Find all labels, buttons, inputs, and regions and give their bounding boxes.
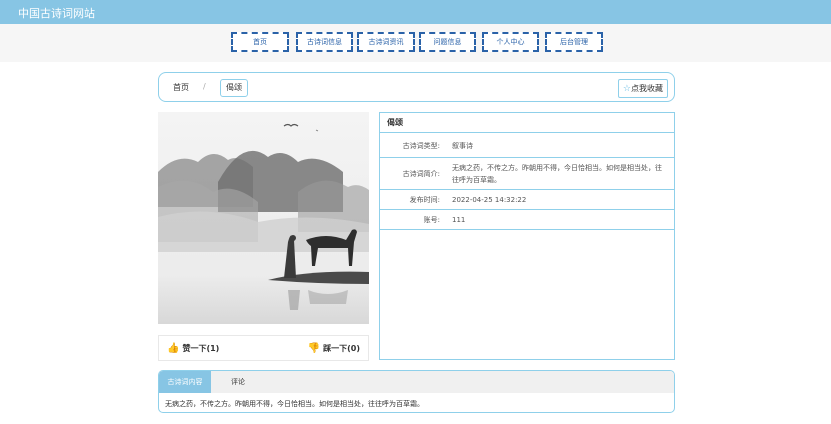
ink-landscape-illustration bbox=[158, 112, 369, 324]
nav-item-poem-info[interactable]: 古诗词信息 bbox=[296, 32, 353, 52]
breadcrumb-separator: / bbox=[203, 82, 206, 91]
star-icon: ☆ bbox=[622, 84, 631, 94]
nav-item-personal-center[interactable]: 个人中心 bbox=[482, 32, 539, 52]
poem-title: 偈颂 bbox=[380, 113, 674, 133]
tabs-header: 古诗词内容 评论 bbox=[159, 371, 674, 393]
row-value: 2022-04-25 14:32:22 bbox=[452, 196, 527, 204]
row-label: 发布时间: bbox=[409, 196, 440, 204]
poem-image bbox=[158, 112, 369, 324]
nav-item-admin[interactable]: 后台管理 bbox=[545, 32, 603, 52]
poem-content-text: 无病之药，不传之方。昨朝用不得，今日恰相当。如何是相当处，往往呼为百草霜。 bbox=[165, 400, 424, 408]
dislike-label: 踩一下(0) bbox=[323, 344, 360, 353]
row-label: 古诗词简介: bbox=[402, 170, 440, 178]
info-row-type: 古诗词类型: 叙事诗 bbox=[380, 134, 674, 158]
thumbs-down-icon: 👎 bbox=[307, 343, 321, 354]
site-title: 中国古诗词网站 bbox=[18, 7, 95, 20]
row-value: 111 bbox=[452, 216, 466, 224]
thumbs-up-icon: 👍 bbox=[167, 343, 180, 354]
row-label: 账号: bbox=[423, 216, 440, 224]
tab-poem-content[interactable]: 古诗词内容 bbox=[159, 371, 211, 393]
like-button[interactable]: 👍 赞一下(1) bbox=[167, 343, 219, 354]
poem-info-table: 偈颂 古诗词类型: 叙事诗 古诗词简介: 无病之药，不传之方。昨朝用不得，今日恰… bbox=[379, 112, 675, 360]
top-header: 中国古诗词网站 bbox=[0, 0, 831, 24]
info-row-intro: 古诗词简介: 无病之药，不传之方。昨朝用不得，今日恰相当。如何是相当处，往往呼为… bbox=[380, 158, 674, 190]
favorite-button[interactable]: ☆点我收藏 bbox=[617, 79, 668, 98]
tab-comments[interactable]: 评论 bbox=[231, 371, 245, 393]
nav-item-home[interactable]: 首页 bbox=[231, 32, 289, 52]
vote-bar: 👍 赞一下(1) 👎 踩一下(0) bbox=[158, 335, 369, 361]
breadcrumb-home[interactable]: 首页 bbox=[173, 82, 189, 93]
favorite-label: 点我收藏 bbox=[631, 84, 663, 93]
main-nav: 首页 古诗词信息 古诗词资讯 问题信息 个人中心 后台管理 bbox=[0, 24, 831, 62]
like-label: 赞一下(1) bbox=[182, 344, 220, 353]
dislike-button[interactable]: 👎 踩一下(0) bbox=[308, 343, 360, 354]
nav-item-questions[interactable]: 问题信息 bbox=[419, 32, 476, 52]
row-value: 叙事诗 bbox=[452, 142, 473, 150]
content-tabs: 古诗词内容 评论 无病之药，不传之方。昨朝用不得，今日恰相当。如何是相当处，往往… bbox=[158, 370, 675, 413]
nav-item-poem-news[interactable]: 古诗词资讯 bbox=[357, 32, 415, 52]
breadcrumb-current: 偈颂 bbox=[220, 79, 248, 97]
row-label: 古诗词类型: bbox=[402, 142, 440, 150]
row-value: 无病之药，不传之方。昨朝用不得，今日恰相当。如何是相当处，往往呼为百草霜。 bbox=[452, 164, 662, 184]
info-row-account: 账号: 111 bbox=[380, 210, 674, 230]
breadcrumb: 首页 / 偈颂 ☆点我收藏 bbox=[158, 72, 675, 102]
info-row-publish-time: 发布时间: 2022-04-25 14:32:22 bbox=[380, 190, 674, 210]
